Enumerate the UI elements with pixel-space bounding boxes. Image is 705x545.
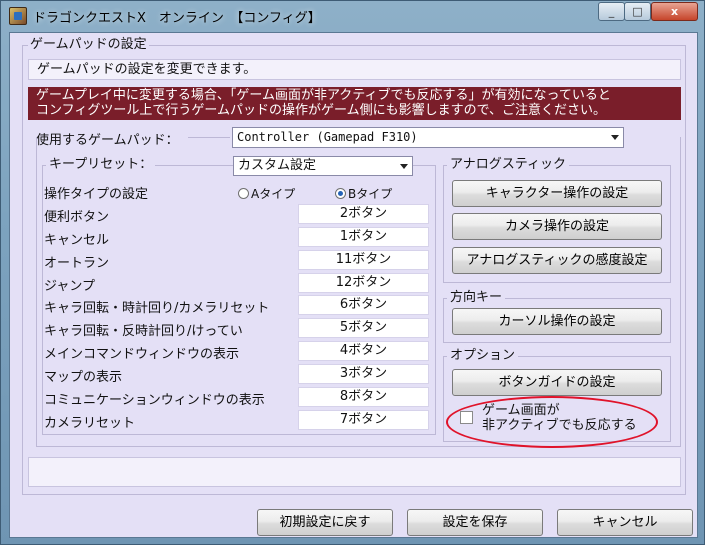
- warning-line-1: ゲームプレイ中に変更する場合、「ゲーム画面が非アクティブでも反応する」が有効にな…: [36, 88, 611, 103]
- button-assign-field[interactable]: 7ボタン: [298, 410, 429, 430]
- key-preset-select[interactable]: カスタム設定: [233, 156, 413, 176]
- analog-stick-title: アナログスティック: [447, 158, 569, 172]
- warning-line-2: コンフィグツール上で行うゲームパッドの操作がゲーム側にも影響しますので、ご注意く…: [36, 103, 607, 118]
- row-label: キャンセル: [44, 233, 110, 248]
- stick-sensitivity-button[interactable]: アナログスティックの感度設定: [452, 247, 662, 274]
- options-title: オプション: [447, 349, 519, 363]
- row-label: コミュニケーションウィンドウの表示: [44, 393, 265, 408]
- highlight-ellipse: [446, 396, 658, 448]
- reset-defaults-button[interactable]: 初期設定に戻す: [257, 509, 393, 536]
- title-bar[interactable]: ドラゴンクエストX オンライン 【コンフィグ】 _ □ x: [1, 1, 704, 31]
- maximize-button[interactable]: □: [624, 2, 651, 21]
- button-assign-field[interactable]: 5ボタン: [298, 318, 429, 338]
- row-label: キャラ回転・時計回り/カメラリセット: [44, 301, 270, 316]
- dragon-quest-app-icon: [9, 7, 27, 25]
- button-assign-field[interactable]: 6ボタン: [298, 295, 429, 315]
- camera-control-button[interactable]: カメラ操作の設定: [452, 213, 662, 240]
- button-assign-field[interactable]: 3ボタン: [298, 364, 429, 384]
- row-label: メインコマンドウィンドウの表示: [44, 347, 240, 362]
- button-assign-field[interactable]: 8ボタン: [298, 387, 429, 407]
- character-control-button[interactable]: キャラクター操作の設定: [452, 180, 662, 207]
- direction-keys-title: 方向キー: [447, 291, 506, 305]
- minimize-button[interactable]: _: [598, 2, 625, 21]
- button-assign-field[interactable]: 12ボタン: [298, 273, 429, 293]
- row-label: カメラリセット: [44, 416, 136, 431]
- save-settings-button[interactable]: 設定を保存: [407, 509, 543, 536]
- cancel-button[interactable]: キャンセル: [557, 509, 693, 536]
- warning-banner: ゲームプレイ中に変更する場合、「ゲーム画面が非アクティブでも反応する」が有効にな…: [28, 87, 681, 120]
- row-label: マップの表示: [44, 370, 123, 385]
- key-preset-value: カスタム設定: [238, 158, 317, 173]
- button-assign-field[interactable]: 1ボタン: [298, 227, 429, 247]
- key-preset-label: キープリセット：: [46, 158, 156, 172]
- row-label: キャラ回転・反時計回り/けってい: [44, 324, 243, 339]
- button-assign-field[interactable]: 4ボタン: [298, 341, 429, 361]
- radio-unchecked-icon: [238, 188, 249, 199]
- radio-type-b-label: Bタイプ: [348, 187, 393, 201]
- config-window: ドラゴンクエストX オンライン 【コンフィグ】 _ □ x ゲームパッドの設定 …: [0, 0, 705, 545]
- gamepad-settings-title: ゲームパッドの設定: [28, 37, 149, 52]
- button-guide-button[interactable]: ボタンガイドの設定: [452, 369, 662, 396]
- row-label: オートラン: [44, 256, 110, 271]
- row-label: 便利ボタン: [44, 210, 110, 225]
- button-assign-field[interactable]: 2ボタン: [298, 204, 429, 224]
- radio-type-a-label: Aタイプ: [251, 187, 296, 201]
- radio-checked-icon: [335, 188, 346, 199]
- row-label: ジャンプ: [44, 279, 95, 294]
- window-title: ドラゴンクエストX オンライン 【コンフィグ】: [33, 11, 321, 26]
- button-assign-field[interactable]: 11ボタン: [298, 250, 429, 270]
- status-bar: [28, 457, 681, 487]
- radio-type-a[interactable]: Aタイプ: [238, 185, 295, 202]
- operation-type-label: 操作タイプの設定: [44, 187, 149, 202]
- cursor-control-button[interactable]: カーソル操作の設定: [452, 308, 662, 335]
- radio-type-b[interactable]: Bタイプ: [335, 185, 392, 202]
- description-text: ゲームパッドの設定を変更できます。: [28, 59, 681, 80]
- chevron-down-icon: [400, 164, 408, 169]
- close-button[interactable]: x: [651, 2, 698, 21]
- client-area: ゲームパッドの設定 ゲームパッドの設定を変更できます。 ゲームプレイ中に変更する…: [9, 32, 698, 538]
